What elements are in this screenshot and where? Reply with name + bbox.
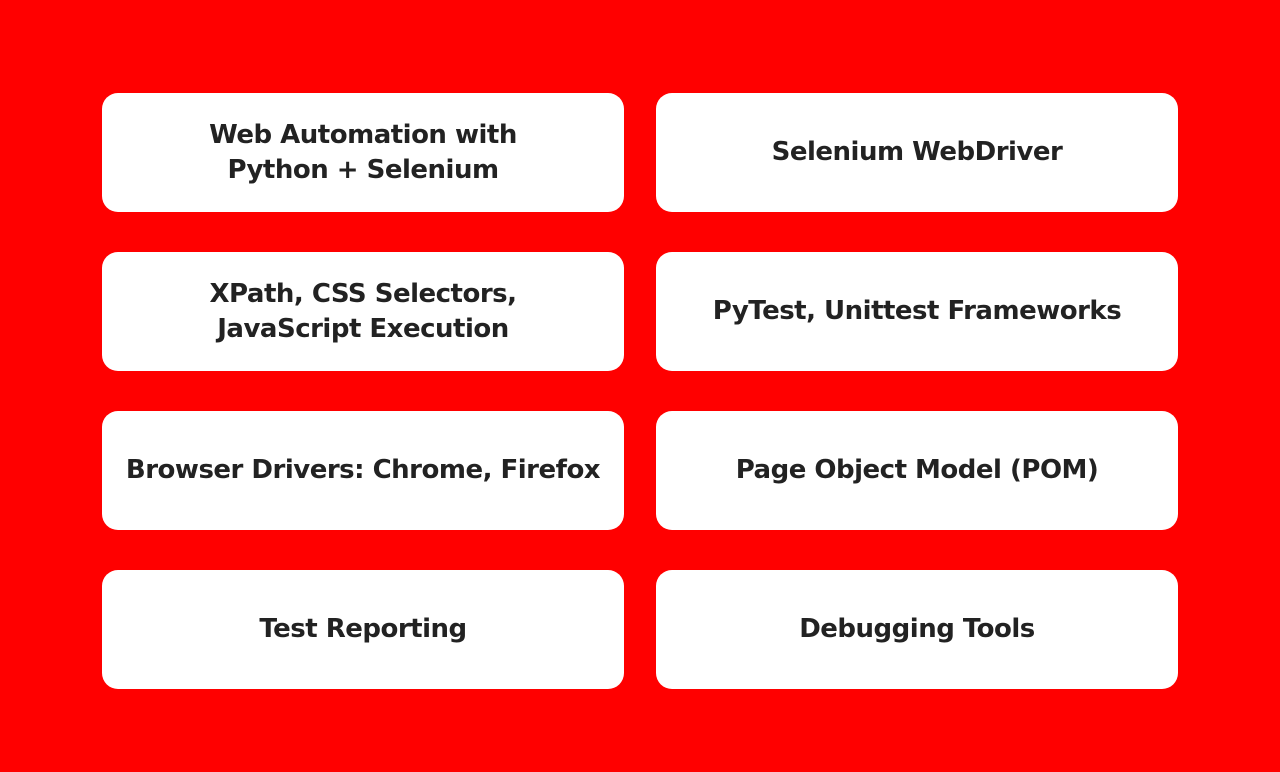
topic-label: Test Reporting <box>259 614 467 644</box>
topic-label: Page Object Model (POM) <box>735 455 1099 485</box>
topic-label: Debugging Tools <box>799 614 1035 644</box>
topic-card-web-automation: Web Automation with Python + Selenium <box>102 93 624 212</box>
topic-label: XPath, CSS Selectors, JavaScript Executi… <box>209 278 518 344</box>
topic-card-xpath-css: XPath, CSS Selectors, JavaScript Executi… <box>102 252 624 371</box>
topic-card-selenium-webdriver: Selenium WebDriver <box>656 93 1178 212</box>
topic-label: Web Automation with Python + Selenium <box>209 119 517 185</box>
topic-card-browser-drivers: Browser Drivers: Chrome, Firefox <box>102 411 624 530</box>
topic-card-page-object-model: Page Object Model (POM) <box>656 411 1178 530</box>
topics-grid: Web Automation with Python + Selenium Se… <box>102 93 1178 689</box>
topic-card-pytest-unittest: PyTest, Unittest Frameworks <box>656 252 1178 371</box>
topic-card-test-reporting: Test Reporting <box>102 570 624 689</box>
topics-canvas: Web Automation with Python + Selenium Se… <box>0 0 1280 772</box>
topic-label: Selenium WebDriver <box>771 137 1063 167</box>
topic-label: Browser Drivers: Chrome, Firefox <box>125 455 601 485</box>
topic-card-debugging-tools: Debugging Tools <box>656 570 1178 689</box>
topic-label: PyTest, Unittest Frameworks <box>712 296 1122 326</box>
